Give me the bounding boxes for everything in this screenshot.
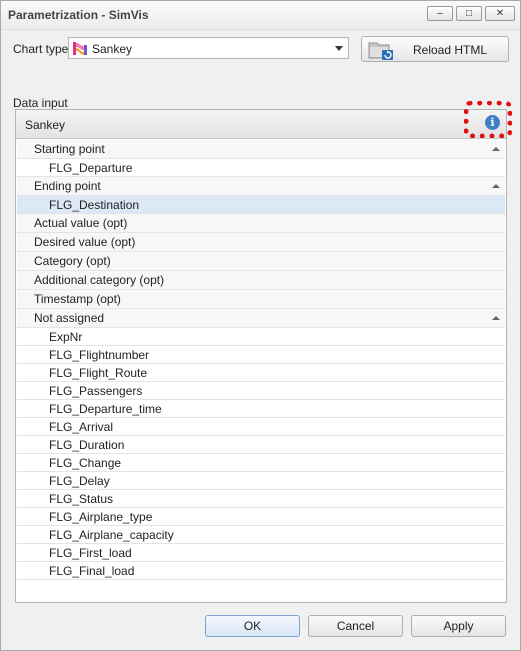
- maximize-icon: □: [465, 7, 473, 19]
- window-title: Parametrization - SimVis: [8, 8, 149, 22]
- chart-type-select[interactable]: Sankey: [68, 37, 349, 59]
- list-item[interactable]: FLG_Arrival: [17, 418, 505, 436]
- list-item[interactable]: FLG_Delay: [17, 472, 505, 490]
- section-label: Starting point: [34, 142, 105, 156]
- close-icon: ✕: [495, 7, 505, 19]
- list-item[interactable]: FLG_Passengers: [17, 382, 505, 400]
- chevron-down-icon[interactable]: [335, 46, 343, 51]
- list-item[interactable]: FLG_Final_load: [17, 562, 505, 580]
- minimize-icon: ‒: [437, 7, 443, 19]
- reload-html-label: Reload HTML: [412, 43, 488, 57]
- section-ending-point[interactable]: Ending point: [17, 177, 505, 196]
- list-item[interactable]: FLG_Flight_Route: [17, 364, 505, 382]
- chevron-up-icon[interactable]: [492, 316, 500, 320]
- list-item[interactable]: FLG_Change: [17, 454, 505, 472]
- group-title: Sankey: [25, 118, 66, 132]
- title-bar: Parametrization - SimVis ‒ □ ✕: [1, 1, 520, 30]
- minimize-button[interactable]: ‒: [427, 6, 453, 21]
- apply-button[interactable]: Apply: [411, 615, 506, 637]
- list-item[interactable]: FLG_First_load: [17, 544, 505, 562]
- list-item[interactable]: FLG_Flightnumber: [17, 346, 505, 364]
- cancel-button[interactable]: Cancel: [308, 615, 403, 637]
- list-item[interactable]: ExpNr: [17, 328, 505, 346]
- section-not-assigned[interactable]: Not assigned: [17, 309, 505, 328]
- chart-type-value: Sankey: [92, 42, 133, 56]
- info-icon[interactable]: i: [485, 115, 500, 130]
- section-desired-value[interactable]: Desired value (opt): [17, 233, 505, 252]
- window-controls: ‒ □ ✕: [427, 6, 515, 21]
- list-item[interactable]: FLG_Airplane_capacity: [17, 526, 505, 544]
- list-item[interactable]: FLG_Departure: [17, 159, 505, 177]
- field-assignment-list: Starting point FLG_Departure Ending poin…: [17, 140, 505, 602]
- maximize-button[interactable]: □: [456, 6, 482, 21]
- section-starting-point[interactable]: Starting point: [17, 140, 505, 159]
- ok-button[interactable]: OK: [205, 615, 300, 637]
- section-label: Ending point: [34, 179, 101, 193]
- sankey-chart-icon: [73, 42, 87, 55]
- list-item[interactable]: FLG_Airplane_type: [17, 508, 505, 526]
- list-item-selected[interactable]: FLG_Destination: [17, 196, 505, 214]
- list-item[interactable]: FLG_Status: [17, 490, 505, 508]
- reload-html-button[interactable]: Reload HTML: [361, 36, 509, 62]
- list-item[interactable]: FLG_Duration: [17, 436, 505, 454]
- section-timestamp[interactable]: Timestamp (opt): [17, 290, 505, 309]
- chart-type-label: Chart type: [13, 42, 69, 56]
- parametrization-window: Parametrization - SimVis ‒ □ ✕ Chart typ…: [0, 0, 521, 651]
- section-actual-value[interactable]: Actual value (opt): [17, 214, 505, 233]
- close-button[interactable]: ✕: [485, 6, 515, 21]
- section-additional-category[interactable]: Additional category (opt): [17, 271, 505, 290]
- list-item[interactable]: FLG_Departure_time: [17, 400, 505, 418]
- data-input-group: Sankey i Starting point FLG_Departure En…: [15, 109, 507, 603]
- chevron-up-icon[interactable]: [492, 147, 500, 151]
- chevron-up-icon[interactable]: [492, 184, 500, 188]
- section-category[interactable]: Category (opt): [17, 252, 505, 271]
- data-input-label: Data input: [13, 96, 68, 110]
- section-label: Not assigned: [34, 311, 105, 325]
- group-header: Sankey i: [16, 110, 506, 139]
